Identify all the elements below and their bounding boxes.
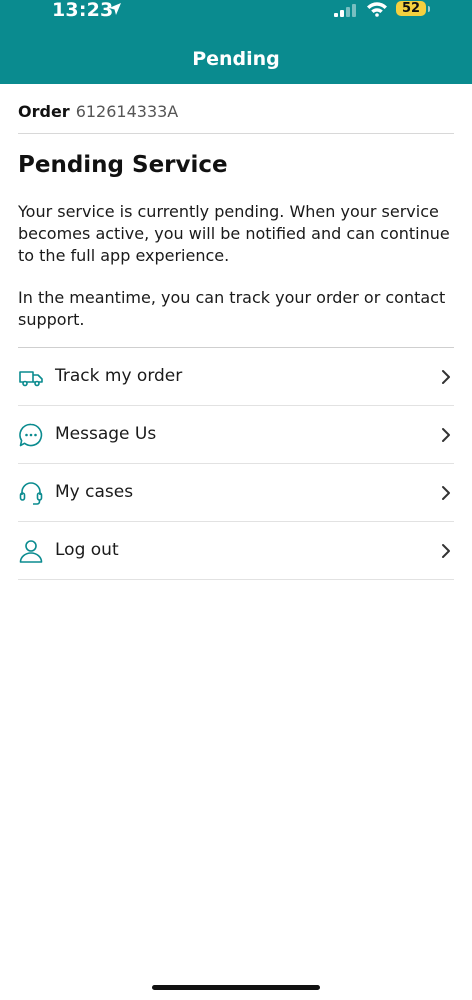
menu-item-log-out[interactable]: Log out	[18, 522, 454, 580]
page-title: Pending Service	[18, 152, 228, 178]
order-row: Order 612614333A	[18, 102, 178, 121]
chevron-right-icon	[442, 544, 450, 558]
chevron-right-icon	[442, 486, 450, 500]
truck-icon	[19, 371, 43, 387]
menu-item-message-us[interactable]: Message Us	[18, 406, 454, 464]
menu-item-label: My cases	[55, 482, 134, 502]
wifi-icon	[367, 2, 387, 17]
status-bar: 13:23 52	[0, 0, 472, 22]
chevron-right-icon	[442, 428, 450, 442]
headset-icon	[19, 482, 43, 505]
menu-item-label: Message Us	[55, 424, 157, 444]
home-indicator[interactable]	[152, 985, 320, 990]
order-label: Order	[18, 102, 70, 121]
status-time: 13:23	[52, 0, 114, 21]
menu-item-label: Log out	[55, 540, 119, 560]
pending-description: Your service is currently pending. When …	[18, 202, 450, 265]
order-divider	[18, 133, 454, 134]
chevron-right-icon	[442, 370, 450, 384]
menu-item-label: Track my order	[55, 366, 183, 386]
app-header: 13:23 52 Pending	[0, 0, 472, 84]
battery-cap	[428, 6, 430, 12]
person-icon	[19, 540, 43, 563]
menu-item-track-order[interactable]: Track my order	[18, 348, 454, 406]
cellular-signal-icon	[334, 4, 356, 17]
chat-bubble-icon	[19, 423, 43, 447]
battery-indicator: 52	[396, 1, 426, 16]
menu-item-my-cases[interactable]: My cases	[18, 464, 454, 522]
page-header-title: Pending	[192, 48, 280, 70]
meantime-description: In the meantime, you can track your orde…	[18, 288, 446, 329]
location-arrow-icon	[109, 3, 121, 15]
order-number: 612614333A	[75, 102, 179, 121]
